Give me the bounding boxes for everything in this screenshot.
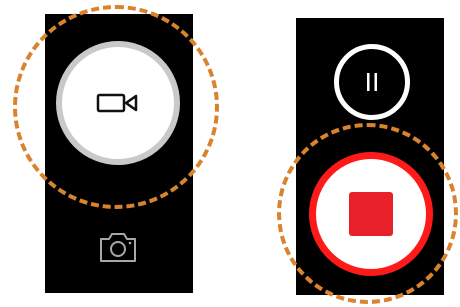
pause-recording-button[interactable] — [334, 44, 410, 120]
record-video-button[interactable] — [56, 41, 180, 165]
video-camera-icon — [96, 93, 138, 113]
stop-recording-button[interactable] — [309, 152, 433, 276]
pause-icon — [367, 73, 377, 91]
stop-icon — [349, 192, 393, 236]
screenshot-stage — [0, 0, 460, 307]
photo-camera-icon — [100, 233, 136, 262]
take-photo-button[interactable] — [97, 228, 139, 266]
